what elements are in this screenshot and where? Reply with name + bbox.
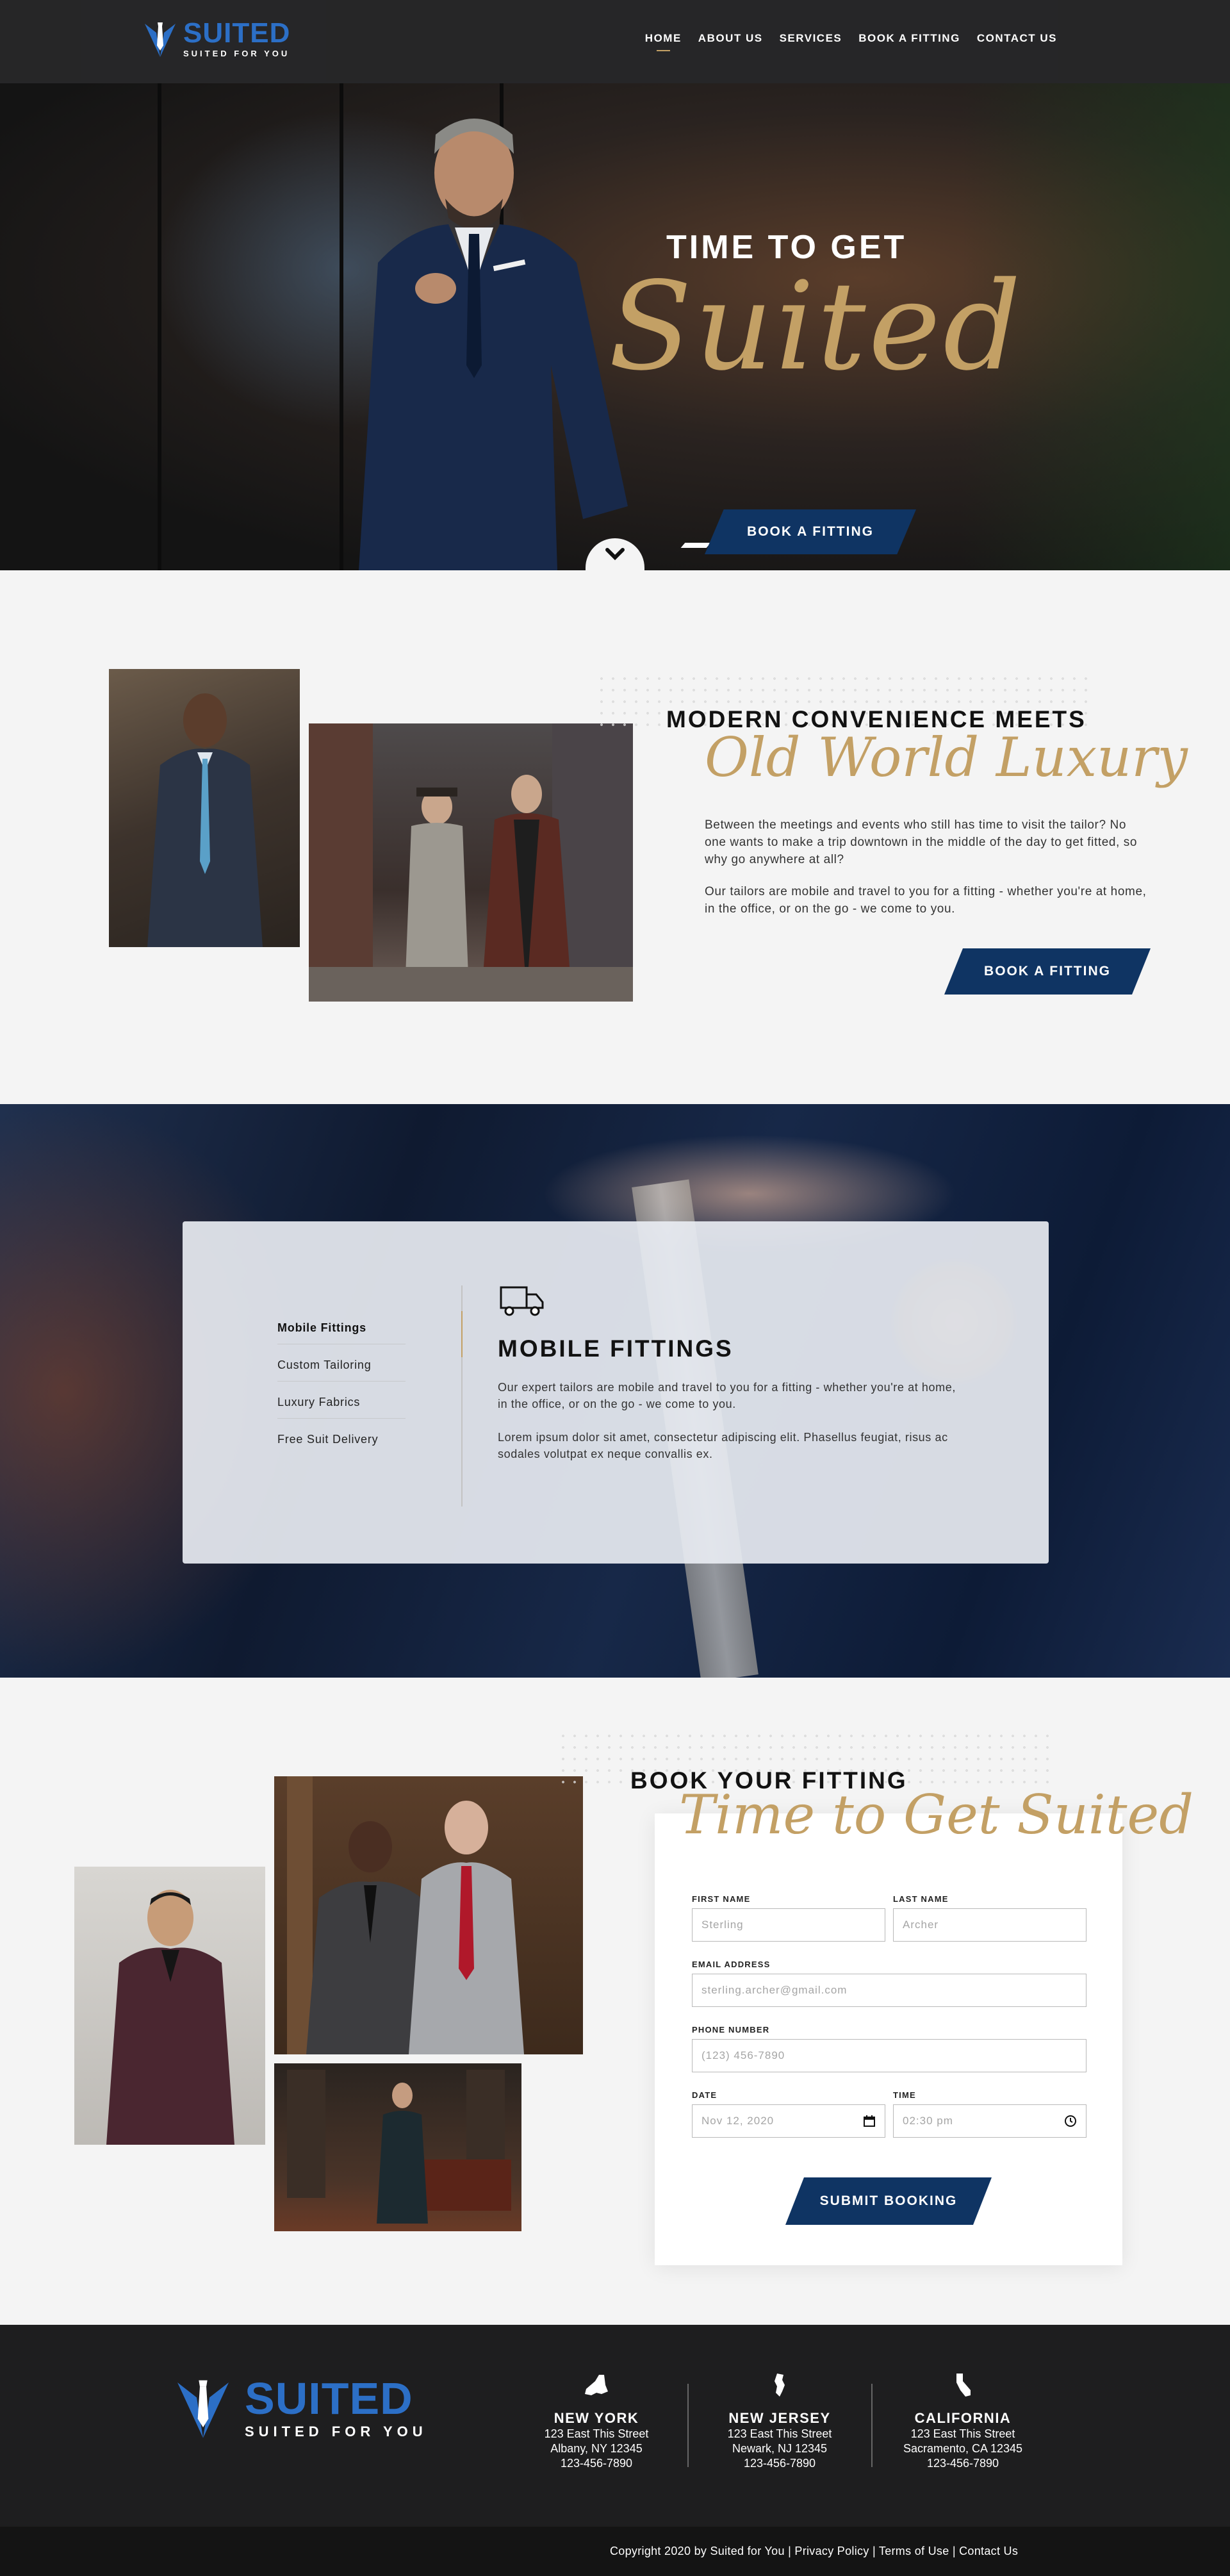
location-california: CALIFORNIA 123 East This Street Sacramen… <box>870 2372 1056 2471</box>
tab-custom-tailoring[interactable]: Custom Tailoring <box>277 1358 406 1382</box>
location-name: NEW JERSEY <box>728 2410 831 2426</box>
service-paragraph-1: Our expert tailors are mobile and travel… <box>498 1381 956 1410</box>
email-field[interactable]: sterling.archer@gmail.com <box>692 1974 1086 2007</box>
truck-icon <box>500 1286 544 1316</box>
footer-brand-tagline: SUITED FOR YOU <box>245 2423 427 2440</box>
submit-booking-button[interactable]: SUBMIT BOOKING <box>785 2177 992 2225</box>
location-phone[interactable]: 123-456-7890 <box>870 2456 1056 2471</box>
contact-us-link[interactable]: Contact Us <box>959 2545 1018 2557</box>
location-city: Albany, NY 12345 <box>550 2442 643 2455</box>
separator: | <box>952 2545 960 2557</box>
separator: | <box>788 2545 795 2557</box>
separator: | <box>872 2545 879 2557</box>
location-phone[interactable]: 123-456-7890 <box>687 2456 873 2471</box>
date-value: Nov 12, 2020 <box>701 2115 775 2127</box>
chevron-down-icon <box>605 548 625 561</box>
window-frame <box>158 83 161 570</box>
button-accent <box>680 543 711 548</box>
location-name: NEW YORK <box>554 2410 639 2426</box>
location-new-york: NEW YORK 123 East This Street Albany, NY… <box>504 2372 689 2471</box>
about-photo-suit <box>109 669 300 947</box>
location-name: CALIFORNIA <box>914 2410 1012 2426</box>
new-jersey-state-icon <box>775 2374 785 2397</box>
nav-about-us[interactable]: ABOUT US <box>698 32 763 45</box>
date-label: DATE <box>692 2090 718 2100</box>
brand-tagline: SUITED FOR YOU <box>183 49 290 58</box>
top-nav: SUITED SUITED FOR YOU HOME ABOUT US SERV… <box>0 0 1230 83</box>
last-name-field[interactable]: Archer <box>893 1908 1086 1942</box>
nav-contact-us[interactable]: CONTACT US <box>977 32 1057 45</box>
location-city: Sacramento, CA 12345 <box>903 2442 1023 2455</box>
service-title: MOBILE FITTINGS <box>498 1335 734 1362</box>
brand-name: SUITED <box>183 17 291 49</box>
nav-home[interactable]: HOME <box>645 32 682 51</box>
email-label: EMAIL ADDRESS <box>692 1960 771 1969</box>
active-tab-indicator <box>461 1311 463 1357</box>
hero-script-title: Suited <box>609 256 1024 397</box>
about-paragraph-2: Our tailors are mobile and travel to you… <box>705 885 1147 916</box>
tab-luxury-fabrics[interactable]: Luxury Fabrics <box>277 1396 406 1419</box>
about-photo-street <box>309 723 633 1002</box>
booking-script-title: Time to Get Suited <box>679 1783 1194 1846</box>
copyright-text: Copyright 2020 by Suited for You <box>610 2545 785 2557</box>
last-name-label: LAST NAME <box>893 1894 949 1904</box>
hero-section: TIME TO GET Suited BOOK A FITTING <box>0 83 1230 570</box>
footer-legal: Copyright 2020 by Suited for You | Priva… <box>610 2545 1018 2558</box>
main-menu: HOME ABOUT US SERVICES BOOK A FITTING CO… <box>645 32 1057 51</box>
california-state-icon <box>956 2374 971 2397</box>
booking-photo-library <box>274 2063 521 2231</box>
terms-of-use-link[interactable]: Terms of Use <box>879 2545 949 2557</box>
new-york-state-icon <box>585 2375 608 2395</box>
nav-services[interactable]: SERVICES <box>780 32 842 45</box>
nav-book-a-fitting[interactable]: BOOK A FITTING <box>858 32 960 45</box>
suit-logo-icon <box>145 22 176 57</box>
phone-field[interactable]: (123) 456-7890 <box>692 2039 1086 2072</box>
clock-icon[interactable] <box>1064 2115 1077 2127</box>
location-street: 123 East This Street <box>544 2427 649 2440</box>
first-name-field[interactable]: Sterling <box>692 1908 885 1942</box>
about-paragraph-1: Between the meetings and events who stil… <box>705 818 1138 866</box>
location-new-jersey: NEW JERSEY 123 East This Street Newark, … <box>687 2372 873 2471</box>
booking-form: FIRST NAME Sterling LAST NAME Archer EMA… <box>655 1813 1122 2265</box>
location-phone[interactable]: 123-456-7890 <box>504 2456 689 2471</box>
time-field[interactable]: 02:30 pm <box>893 2104 1086 2138</box>
suit-logo-icon <box>177 2380 229 2438</box>
tab-free-suit-delivery[interactable]: Free Suit Delivery <box>277 1433 406 1455</box>
time-value: 02:30 pm <box>903 2115 953 2127</box>
calendar-icon[interactable] <box>863 2115 876 2127</box>
privacy-policy-link[interactable]: Privacy Policy <box>794 2545 869 2557</box>
phone-label: PHONE NUMBER <box>692 2025 770 2035</box>
footer-brand-name: SUITED <box>245 2374 413 2423</box>
location-street: 123 East This Street <box>727 2427 832 2440</box>
footer-logo[interactable]: SUITED SUITED FOR YOU <box>168 2376 427 2440</box>
services-panel: Mobile Fittings Custom Tailoring Luxury … <box>183 1221 1049 1564</box>
date-field[interactable]: Nov 12, 2020 <box>692 2104 885 2138</box>
hero-book-fitting-button[interactable]: BOOK A FITTING <box>705 509 916 554</box>
service-paragraph-2: Lorem ipsum dolor sit amet, consectetur … <box>498 1431 948 1460</box>
booking-photo-two-men <box>274 1776 583 2054</box>
location-city: Newark, NJ 12345 <box>732 2442 828 2455</box>
location-street: 123 East This Street <box>910 2427 1015 2440</box>
tab-mobile-fittings[interactable]: Mobile Fittings <box>277 1321 406 1344</box>
first-name-label: FIRST NAME <box>692 1894 751 1904</box>
time-label: TIME <box>893 2090 916 2100</box>
logo[interactable]: SUITED SUITED FOR YOU <box>142 19 290 58</box>
about-book-fitting-button[interactable]: BOOK A FITTING <box>944 948 1151 995</box>
about-script-title: Old World Luxury <box>705 726 1188 789</box>
copyright-bar: Copyright 2020 by Suited for You | Priva… <box>0 2527 1230 2576</box>
booking-photo-burgundy-suit <box>74 1867 265 2145</box>
